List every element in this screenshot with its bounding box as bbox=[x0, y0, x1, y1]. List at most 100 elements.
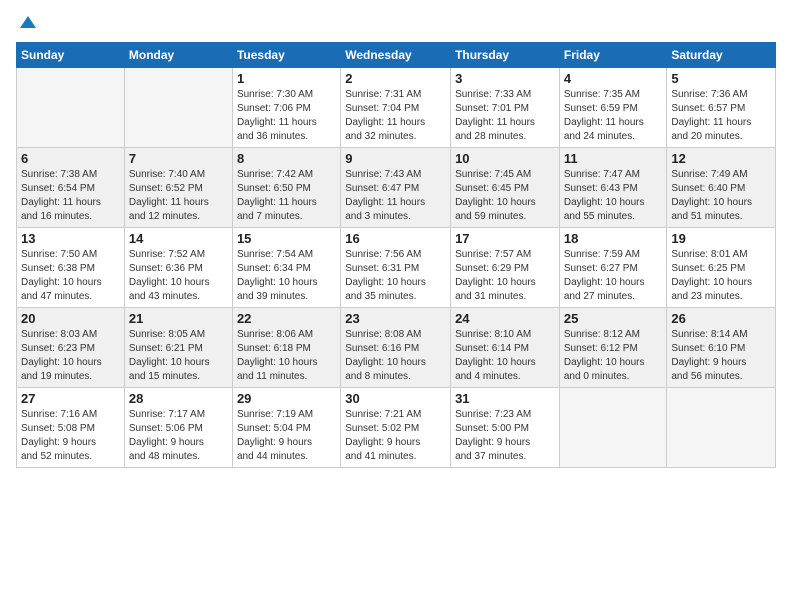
day-number: 23 bbox=[345, 311, 446, 326]
calendar-cell: 7Sunrise: 7:40 AM Sunset: 6:52 PM Daylig… bbox=[124, 148, 232, 228]
day-number: 2 bbox=[345, 71, 446, 86]
day-info: Sunrise: 7:43 AM Sunset: 6:47 PM Dayligh… bbox=[345, 168, 446, 224]
calendar-cell: 8 Sunrise: 7:42 AM Sunset: 6:50 PM Daylig… bbox=[232, 148, 340, 228]
day-info: Sunrise: 7:38 AM Sunset: 6:54 PM Dayligh… bbox=[21, 168, 120, 224]
day-info: Sunrise: 7:17 AM Sunset: 5:06 PM Dayligh… bbox=[129, 408, 228, 464]
calendar-cell: 16 Sunrise: 7:56 AM Sunset: 6:31 PM Dayli… bbox=[341, 228, 451, 308]
day-number: 6 bbox=[21, 151, 120, 166]
calendar-cell bbox=[559, 388, 667, 468]
calendar-cell: 25 Sunrise: 8:12 AM Sunset: 6:12 PM Dayli… bbox=[559, 308, 667, 388]
day-info: Sunrise: 8:10 AM Sunset: 6:14 PM Dayligh… bbox=[455, 328, 555, 384]
calendar-cell: 12 Sunrise: 7:49 AM Sunset: 6:40 PM Dayli… bbox=[667, 148, 776, 228]
calendar-cell: 4 Sunrise: 7:35 AM Sunset: 6:59 PM Daylig… bbox=[559, 68, 667, 148]
calendar-cell: 13 Sunrise: 7:50 AM Sunset: 6:38 PM Dayli… bbox=[17, 228, 125, 308]
calendar-week-row: 27 Sunrise: 7:16 AM Sunset: 5:08 PM Dayli… bbox=[17, 388, 776, 468]
day-info: Sunrise: 8:14 AM Sunset: 6:10 PM Dayligh… bbox=[671, 328, 771, 384]
weekday-header-saturday: Saturday bbox=[667, 43, 776, 68]
weekday-header-thursday: Thursday bbox=[451, 43, 560, 68]
calendar-week-row: 1Sunrise: 7:30 AM Sunset: 7:06 PM Daylig… bbox=[17, 68, 776, 148]
header bbox=[16, 10, 776, 36]
day-info: Sunrise: 7:49 AM Sunset: 6:40 PM Dayligh… bbox=[671, 168, 771, 224]
day-number: 27 bbox=[21, 391, 120, 406]
day-number: 30 bbox=[345, 391, 446, 406]
calendar-table: SundayMondayTuesdayWednesdayThursdayFrid… bbox=[16, 42, 776, 468]
calendar-week-row: 13 Sunrise: 7:50 AM Sunset: 6:38 PM Dayli… bbox=[17, 228, 776, 308]
calendar-week-row: 20 Sunrise: 8:03 AM Sunset: 6:23 PM Dayli… bbox=[17, 308, 776, 388]
day-info: Sunrise: 7:52 AM Sunset: 6:36 PM Dayligh… bbox=[129, 248, 228, 304]
day-info: Sunrise: 7:59 AM Sunset: 6:27 PM Dayligh… bbox=[564, 248, 663, 304]
calendar-cell bbox=[124, 68, 232, 148]
day-number: 11 bbox=[564, 151, 663, 166]
calendar-cell: 5 Sunrise: 7:36 AM Sunset: 6:57 PM Daylig… bbox=[667, 68, 776, 148]
day-number: 24 bbox=[455, 311, 555, 326]
weekday-header-monday: Monday bbox=[124, 43, 232, 68]
day-info: Sunrise: 7:31 AM Sunset: 7:04 PM Dayligh… bbox=[345, 88, 446, 144]
calendar-cell: 10Sunrise: 7:45 AM Sunset: 6:45 PM Dayli… bbox=[451, 148, 560, 228]
calendar-cell: 19 Sunrise: 8:01 AM Sunset: 6:25 PM Dayli… bbox=[667, 228, 776, 308]
day-info: Sunrise: 7:42 AM Sunset: 6:50 PM Dayligh… bbox=[237, 168, 336, 224]
day-number: 20 bbox=[21, 311, 120, 326]
day-number: 15 bbox=[237, 231, 336, 246]
day-number: 25 bbox=[564, 311, 663, 326]
weekday-header-sunday: Sunday bbox=[17, 43, 125, 68]
day-number: 8 bbox=[237, 151, 336, 166]
calendar-cell: 31Sunrise: 7:23 AM Sunset: 5:00 PM Dayli… bbox=[451, 388, 560, 468]
day-info: Sunrise: 7:36 AM Sunset: 6:57 PM Dayligh… bbox=[671, 88, 771, 144]
calendar-cell: 3 Sunrise: 7:33 AM Sunset: 7:01 PM Daylig… bbox=[451, 68, 560, 148]
day-number: 3 bbox=[455, 71, 555, 86]
day-number: 9 bbox=[345, 151, 446, 166]
day-number: 21 bbox=[129, 311, 228, 326]
calendar-cell: 20 Sunrise: 8:03 AM Sunset: 6:23 PM Dayli… bbox=[17, 308, 125, 388]
day-number: 13 bbox=[21, 231, 120, 246]
day-info: Sunrise: 7:19 AM Sunset: 5:04 PM Dayligh… bbox=[237, 408, 336, 464]
day-info: Sunrise: 7:21 AM Sunset: 5:02 PM Dayligh… bbox=[345, 408, 446, 464]
day-number: 5 bbox=[671, 71, 771, 86]
day-number: 14 bbox=[129, 231, 228, 246]
calendar-cell: 11 Sunrise: 7:47 AM Sunset: 6:43 PM Dayli… bbox=[559, 148, 667, 228]
calendar-cell: 15 Sunrise: 7:54 AM Sunset: 6:34 PM Dayli… bbox=[232, 228, 340, 308]
calendar-header-row: SundayMondayTuesdayWednesdayThursdayFrid… bbox=[17, 43, 776, 68]
calendar-cell: 26 Sunrise: 8:14 AM Sunset: 6:10 PM Dayli… bbox=[667, 308, 776, 388]
calendar-cell bbox=[17, 68, 125, 148]
calendar-cell: 28Sunrise: 7:17 AM Sunset: 5:06 PM Dayli… bbox=[124, 388, 232, 468]
page: SundayMondayTuesdayWednesdayThursdayFrid… bbox=[0, 0, 792, 478]
day-number: 19 bbox=[671, 231, 771, 246]
day-number: 4 bbox=[564, 71, 663, 86]
day-info: Sunrise: 7:56 AM Sunset: 6:31 PM Dayligh… bbox=[345, 248, 446, 304]
calendar-cell: 30 Sunrise: 7:21 AM Sunset: 5:02 PM Dayli… bbox=[341, 388, 451, 468]
day-info: Sunrise: 8:03 AM Sunset: 6:23 PM Dayligh… bbox=[21, 328, 120, 384]
calendar-cell: 1Sunrise: 7:30 AM Sunset: 7:06 PM Daylig… bbox=[232, 68, 340, 148]
day-info: Sunrise: 7:16 AM Sunset: 5:08 PM Dayligh… bbox=[21, 408, 120, 464]
calendar-cell: 29 Sunrise: 7:19 AM Sunset: 5:04 PM Dayli… bbox=[232, 388, 340, 468]
calendar-cell: 6 Sunrise: 7:38 AM Sunset: 6:54 PM Daylig… bbox=[17, 148, 125, 228]
day-info: Sunrise: 8:05 AM Sunset: 6:21 PM Dayligh… bbox=[129, 328, 228, 384]
day-number: 29 bbox=[237, 391, 336, 406]
calendar-week-row: 6 Sunrise: 7:38 AM Sunset: 6:54 PM Daylig… bbox=[17, 148, 776, 228]
day-info: Sunrise: 7:57 AM Sunset: 6:29 PM Dayligh… bbox=[455, 248, 555, 304]
calendar-cell: 23Sunrise: 8:08 AM Sunset: 6:16 PM Dayli… bbox=[341, 308, 451, 388]
logo-icon bbox=[18, 14, 38, 34]
day-info: Sunrise: 7:54 AM Sunset: 6:34 PM Dayligh… bbox=[237, 248, 336, 304]
weekday-header-tuesday: Tuesday bbox=[232, 43, 340, 68]
day-number: 26 bbox=[671, 311, 771, 326]
day-number: 12 bbox=[671, 151, 771, 166]
calendar-cell: 2 Sunrise: 7:31 AM Sunset: 7:04 PM Daylig… bbox=[341, 68, 451, 148]
day-info: Sunrise: 7:40 AM Sunset: 6:52 PM Dayligh… bbox=[129, 168, 228, 224]
day-info: Sunrise: 8:12 AM Sunset: 6:12 PM Dayligh… bbox=[564, 328, 663, 384]
day-info: Sunrise: 7:50 AM Sunset: 6:38 PM Dayligh… bbox=[21, 248, 120, 304]
logo-text bbox=[16, 14, 38, 36]
day-info: Sunrise: 7:47 AM Sunset: 6:43 PM Dayligh… bbox=[564, 168, 663, 224]
day-number: 22 bbox=[237, 311, 336, 326]
day-number: 16 bbox=[345, 231, 446, 246]
day-info: Sunrise: 7:35 AM Sunset: 6:59 PM Dayligh… bbox=[564, 88, 663, 144]
calendar-cell: 22Sunrise: 8:06 AM Sunset: 6:18 PM Dayli… bbox=[232, 308, 340, 388]
day-number: 1 bbox=[237, 71, 336, 86]
day-number: 17 bbox=[455, 231, 555, 246]
day-number: 18 bbox=[564, 231, 663, 246]
calendar-cell: 14 Sunrise: 7:52 AM Sunset: 6:36 PM Dayli… bbox=[124, 228, 232, 308]
weekday-header-wednesday: Wednesday bbox=[341, 43, 451, 68]
day-number: 10 bbox=[455, 151, 555, 166]
calendar-cell: 24 Sunrise: 8:10 AM Sunset: 6:14 PM Dayli… bbox=[451, 308, 560, 388]
day-info: Sunrise: 7:33 AM Sunset: 7:01 PM Dayligh… bbox=[455, 88, 555, 144]
day-info: Sunrise: 8:01 AM Sunset: 6:25 PM Dayligh… bbox=[671, 248, 771, 304]
